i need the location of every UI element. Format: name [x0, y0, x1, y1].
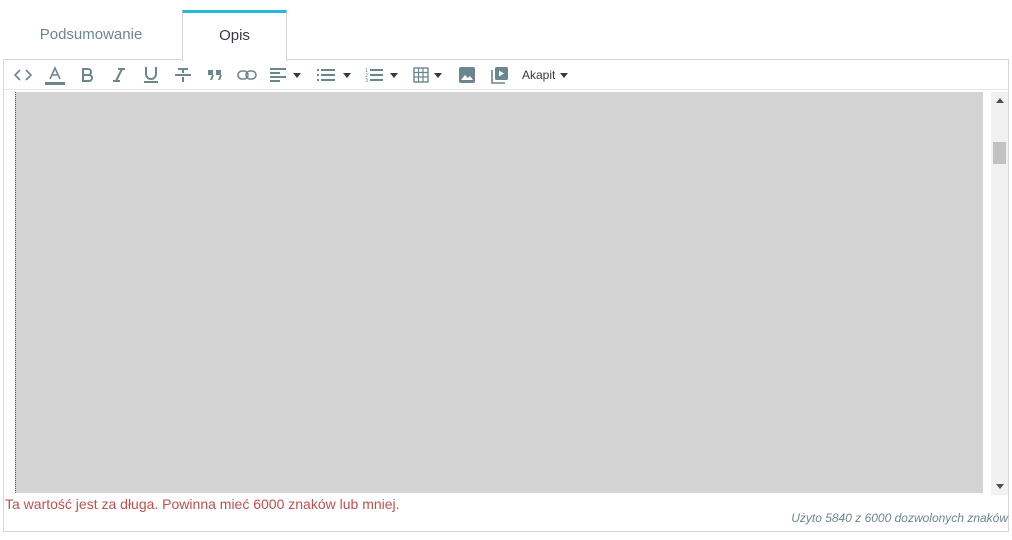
strikethrough-icon[interactable] — [174, 65, 192, 85]
scroll-down-arrow-icon[interactable] — [996, 484, 1004, 489]
numbered-list-dropdown[interactable]: 123 — [365, 65, 405, 85]
tab-description[interactable]: Opis — [182, 10, 287, 61]
underline-icon[interactable] — [142, 65, 160, 85]
text-color-icon[interactable] — [44, 65, 66, 85]
code-icon[interactable] — [13, 65, 33, 85]
editor-panel: 123 Akapit — [3, 59, 1009, 532]
align-dropdown[interactable] — [270, 65, 310, 85]
table-dropdown[interactable] — [413, 65, 451, 85]
tab-summary[interactable]: Podsumowanie — [0, 10, 182, 60]
italic-icon[interactable] — [110, 65, 128, 85]
chevron-down-icon — [560, 72, 569, 78]
svg-text:3: 3 — [365, 78, 368, 83]
numbered-list-icon: 123 — [365, 67, 383, 83]
format-dropdown[interactable]: Akapit — [522, 65, 578, 85]
character-counter: Użyto 5840 z 6000 dozwolonych znaków — [791, 511, 1008, 525]
align-left-icon — [270, 67, 286, 83]
editor-content-area[interactable] — [15, 92, 983, 493]
chevron-down-icon — [343, 72, 351, 78]
validation-error-message: Ta wartość jest za długa. Powinna mieć 6… — [5, 496, 400, 512]
bullet-list-dropdown[interactable] — [317, 65, 357, 85]
link-icon[interactable] — [236, 65, 258, 85]
tab-bar: Podsumowanie Opis — [0, 10, 1012, 61]
chevron-down-icon — [293, 72, 301, 78]
scrollbar-thumb[interactable] — [993, 142, 1006, 164]
bullet-list-icon — [317, 68, 335, 82]
table-icon — [413, 67, 429, 83]
chevron-down-icon — [434, 72, 442, 78]
scroll-up-arrow-icon[interactable] — [996, 98, 1004, 103]
format-label: Akapit — [522, 68, 556, 82]
editor-scrollbar[interactable] — [991, 92, 1008, 495]
image-icon[interactable] — [458, 65, 476, 85]
editor-toolbar: 123 Akapit — [4, 60, 1008, 90]
bold-icon[interactable] — [78, 65, 96, 85]
chevron-down-icon — [390, 72, 398, 78]
blockquote-icon[interactable] — [206, 65, 224, 85]
media-icon[interactable] — [490, 65, 510, 85]
